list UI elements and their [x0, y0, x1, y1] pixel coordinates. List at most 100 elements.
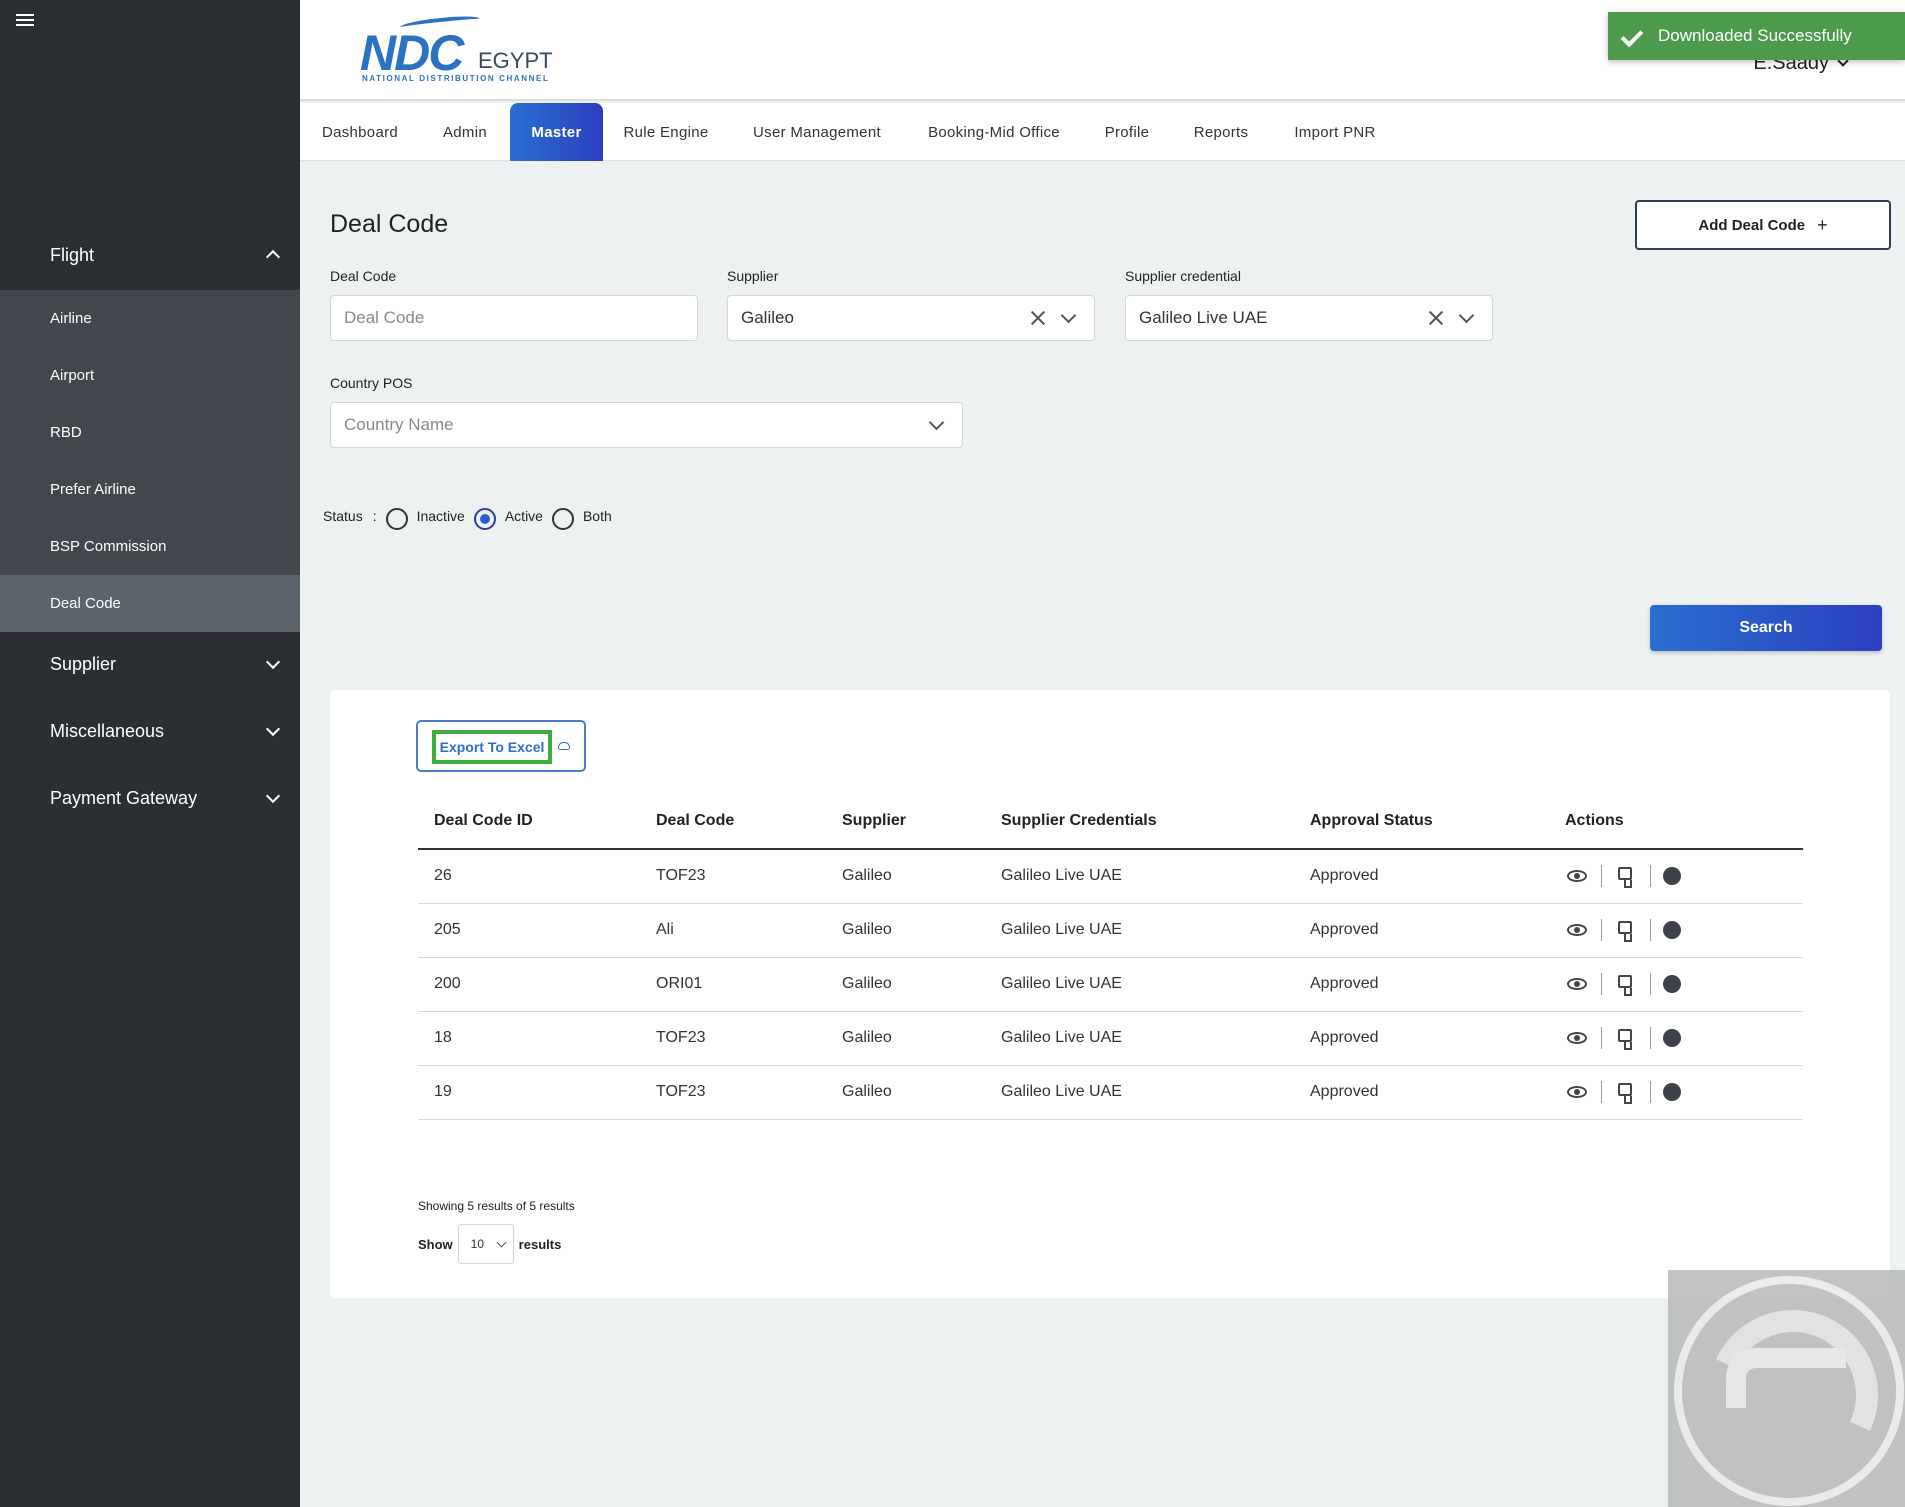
cell-supplier-credentials: Galileo Live UAE	[985, 1065, 1294, 1120]
cell-supplier-credentials: Galileo Live UAE	[985, 1011, 1294, 1066]
add-deal-code-button[interactable]: Add Deal Code +	[1635, 200, 1891, 250]
sidebar-group-supplier[interactable]: Supplier	[0, 631, 300, 698]
tab-booking-mid-office[interactable]: Booking-Mid Office	[905, 103, 1083, 161]
results-count-text: Showing 5 results of 5 results	[418, 1199, 575, 1213]
cell-supplier: Galileo	[826, 1065, 985, 1120]
results-card: Export To Excel Deal Code ID Deal Code S…	[330, 690, 1890, 1298]
logo-sub-text: EGYPT	[478, 48, 553, 73]
chevron-down-icon[interactable]	[1458, 307, 1475, 324]
sidebar-group-flight[interactable]: Flight	[0, 222, 300, 289]
status-both-radio[interactable]	[551, 508, 574, 530]
thumbs-down-icon[interactable]	[1614, 864, 1638, 889]
thumbs-down-icon[interactable]	[1614, 918, 1638, 942]
tab-label: Dashboard	[321, 123, 399, 141]
country-pos-select[interactable]: Country Name	[330, 402, 963, 448]
sidebar-item-label: RBD	[50, 424, 82, 441]
sidebar-group-miscellaneous[interactable]: Miscellaneous	[0, 698, 300, 765]
toast-message: Downloaded Successfully	[1658, 26, 1852, 45]
cell-deal-code: ORI01	[640, 957, 826, 1012]
search-button[interactable]: Search	[1650, 605, 1882, 651]
status-label: Status	[323, 508, 363, 524]
tab-admin[interactable]: Admin	[420, 103, 510, 161]
view-icon[interactable]	[1565, 918, 1589, 942]
sidebar-item-rbd[interactable]: RBD	[0, 404, 300, 461]
sidebar-group-label: Miscellaneous	[50, 721, 165, 741]
deal-code-input[interactable]: Deal Code	[330, 295, 698, 341]
clear-icon[interactable]	[1030, 310, 1046, 326]
thumbs-down-icon[interactable]	[1614, 1026, 1638, 1050]
status-dot-icon[interactable]	[1663, 867, 1681, 886]
cell-actions	[1549, 849, 1803, 904]
deal-code-placeholder: Deal Code	[344, 308, 425, 327]
hamburger-menu-icon[interactable]	[16, 14, 34, 28]
status-dot-icon[interactable]	[1663, 1083, 1681, 1101]
sidebar-group-payment-gateway[interactable]: Payment Gateway	[0, 765, 300, 832]
status-active-label[interactable]: Active	[505, 508, 543, 524]
sidebar-item-bsp-commission[interactable]: BSP Commission	[0, 518, 300, 575]
cell-actions	[1549, 1065, 1803, 1120]
view-icon[interactable]	[1565, 864, 1589, 888]
tab-user-management[interactable]: User Management	[729, 103, 905, 161]
status-active-radio[interactable]	[473, 508, 496, 530]
status-radio-group: Status : Inactive Active Both	[323, 505, 612, 530]
tab-label: Import PNR	[1294, 123, 1376, 141]
table-row: 19 TOF23 Galileo Galileo Live UAE Approv…	[418, 1065, 1803, 1120]
country-pos-label: Country POS	[330, 375, 413, 391]
tab-label: Booking-Mid Office	[928, 123, 1060, 141]
supplier-credential-select[interactable]: Galileo Live UAE	[1125, 295, 1493, 341]
view-icon[interactable]	[1565, 972, 1589, 996]
tab-rule-engine[interactable]: Rule Engine	[603, 103, 729, 161]
thumbs-down-icon[interactable]	[1614, 1080, 1638, 1104]
cell-deal-code: Ali	[640, 903, 826, 958]
column-header-deal-code: Deal Code	[640, 793, 826, 850]
sidebar-item-deal-code[interactable]: Deal Code	[0, 575, 300, 632]
sidebar-item-prefer-airline[interactable]: Prefer Airline	[0, 461, 300, 518]
column-header-actions: Actions	[1549, 793, 1803, 850]
search-button-label: Search	[1739, 619, 1793, 636]
status-dot-icon[interactable]	[1663, 1029, 1681, 1047]
cell-approval-status: Approved	[1294, 1065, 1549, 1120]
sidebar-item-label: Deal Code	[50, 595, 121, 612]
tab-import-pnr[interactable]: Import PNR	[1271, 103, 1399, 161]
chevron-down-icon	[496, 1237, 507, 1248]
sidebar-item-label: Airline	[50, 310, 92, 327]
chevron-down-icon[interactable]	[1060, 307, 1077, 324]
tab-label: Master	[531, 123, 582, 141]
sidebar-item-label: Prefer Airline	[50, 481, 136, 498]
cell-supplier-credentials: Galileo Live UAE	[985, 903, 1294, 958]
tab-label: User Management	[753, 123, 881, 141]
cell-approval-status: Approved	[1294, 1011, 1549, 1066]
show-label: Show	[418, 1236, 453, 1252]
ndc-egypt-logo[interactable]: NDC EGYPT NATIONAL DISTRIBUTION CHANNEL	[360, 13, 553, 84]
tab-master[interactable]: Master	[510, 103, 603, 161]
cell-deal-code-id: 200	[418, 957, 640, 1012]
cell-actions	[1549, 903, 1803, 958]
download-success-toast: Downloaded Successfully	[1608, 12, 1905, 60]
watermark-logo	[1668, 1270, 1905, 1507]
chevron-up-icon	[265, 249, 281, 265]
status-both-label[interactable]: Both	[583, 508, 612, 524]
page-size-select[interactable]: 10	[457, 1224, 514, 1264]
tab-label: Admin	[442, 123, 488, 141]
clear-icon[interactable]	[1428, 310, 1444, 326]
view-icon[interactable]	[1565, 1080, 1589, 1104]
sidebar-item-airport[interactable]: Airport	[0, 347, 300, 404]
tab-reports[interactable]: Reports	[1171, 103, 1271, 161]
sidebar-group-label: Flight	[50, 245, 95, 265]
status-dot-icon[interactable]	[1663, 975, 1681, 993]
thumbs-down-icon[interactable]	[1614, 972, 1638, 996]
supplier-select[interactable]: Galileo	[727, 295, 1095, 341]
chevron-down-icon[interactable]	[928, 414, 945, 431]
status-inactive-radio[interactable]	[385, 508, 408, 530]
tab-profile[interactable]: Profile	[1083, 103, 1171, 161]
sidebar-item-airline[interactable]: Airline	[0, 290, 300, 347]
status-dot-icon[interactable]	[1663, 921, 1681, 939]
view-icon[interactable]	[1565, 1026, 1589, 1050]
tab-dashboard[interactable]: Dashboard	[300, 103, 420, 161]
country-pos-placeholder: Country Name	[344, 415, 454, 434]
cell-deal-code-id: 19	[418, 1065, 640, 1120]
export-to-excel-button[interactable]: Export To Excel	[416, 720, 586, 772]
cell-approval-status: Approved	[1294, 903, 1549, 958]
status-inactive-label[interactable]: Inactive	[417, 508, 465, 524]
logo-tagline: NATIONAL DISTRIBUTION CHANNEL	[362, 74, 550, 83]
